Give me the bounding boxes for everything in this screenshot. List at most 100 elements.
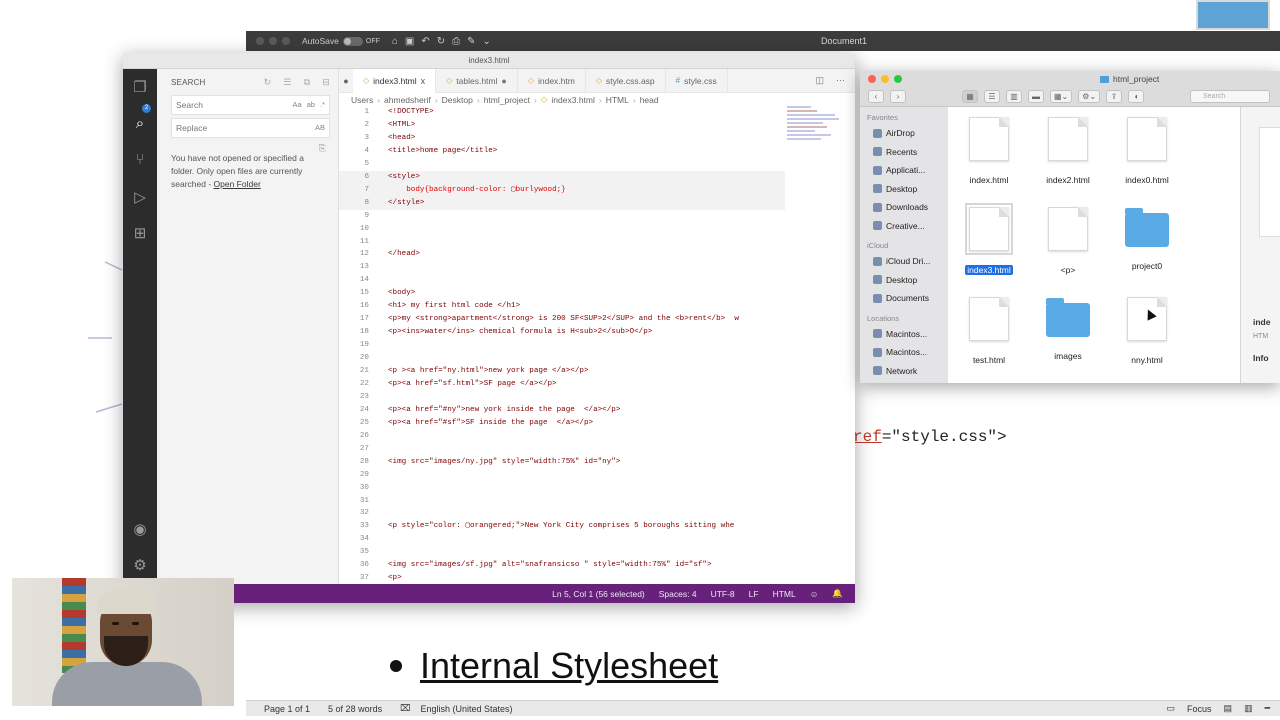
sidebar-item-recents[interactable]: Recents <box>860 143 948 162</box>
sidebar-item-network[interactable]: Network <box>860 362 948 381</box>
print-layout-icon[interactable]: ▤ <box>1224 703 1233 714</box>
code-line[interactable]: 17 <p>my <strong>apartment</strong> is 20… <box>339 313 785 326</box>
undo-icon[interactable]: ↶ <box>421 36 429 47</box>
edit-icon[interactable]: ✎ <box>467 36 475 47</box>
finder-folder-item[interactable]: images <box>1029 297 1107 361</box>
zoom-window-icon[interactable] <box>894 75 902 83</box>
clear-results-icon[interactable]: ☰ <box>283 77 291 88</box>
modified-dot-icon[interactable]: ● <box>501 76 506 86</box>
sidebar-item-documents[interactable]: Documents <box>860 289 948 308</box>
breadcrumb-item[interactable]: ahmedsherif <box>384 95 431 105</box>
code-line[interactable]: 7 body{background-color: ▢burlywood;} <box>339 183 785 197</box>
code-line[interactable]: 10 <box>339 223 785 236</box>
search-input[interactable]: Search Aa ab .* <box>171 95 330 115</box>
code-line[interactable]: 35 <box>339 546 785 559</box>
code-line[interactable]: 34 <box>339 533 785 546</box>
code-line[interactable]: 19 <box>339 339 785 352</box>
split-editor-icon[interactable]: ◫ <box>815 75 824 86</box>
breadcrumb-item[interactable]: html_project <box>484 95 530 105</box>
bell-icon[interactable]: 🔔 <box>832 588 843 599</box>
breadcrumb-item[interactable]: Users <box>351 95 373 105</box>
sidebar-item-creative[interactable]: Creative... <box>860 217 948 236</box>
sidebar-item-airdrop[interactable]: AirDrop <box>860 124 948 143</box>
code-line[interactable]: 21 <p ><a href="ny.html">new york page </… <box>339 365 785 378</box>
more-actions-icon[interactable]: ⋯ <box>836 75 845 86</box>
code-line[interactable]: 16 <h1> my first html code </h1> <box>339 300 785 313</box>
finder-file-item[interactable]: test.html <box>950 297 1028 365</box>
word-count[interactable]: 5 of 28 words <box>328 704 382 714</box>
language-indicator[interactable]: English (United States) <box>420 704 512 714</box>
finder-file-item[interactable]: index0.html <box>1108 117 1186 185</box>
extensions-icon[interactable]: ⊞ <box>131 225 149 243</box>
regex-icon[interactable]: .* <box>320 96 325 114</box>
match-case-toggle[interactable]: Aa <box>292 96 301 114</box>
gallery-view-button[interactable]: ▬ <box>1028 90 1044 103</box>
code-line[interactable]: 13 <box>339 261 785 274</box>
finder-file-item[interactable]: index.html <box>950 117 1028 185</box>
source-control-icon[interactable]: ⑂ <box>131 151 149 169</box>
code-line[interactable]: 9 <box>339 210 785 223</box>
back-button[interactable]: ‹ <box>868 90 884 103</box>
home-icon[interactable]: ⌂ <box>392 36 398 47</box>
code-line[interactable]: 1 <!DOCTYPE> <box>339 106 785 119</box>
refresh-icon[interactable]: ↻ <box>264 77 272 88</box>
language-mode[interactable]: HTML <box>773 589 796 599</box>
code-line[interactable]: 26 <box>339 430 785 443</box>
end-of-line[interactable]: LF <box>749 589 759 599</box>
code-line[interactable]: 25 <p><a href="#sf">SF inside the page </… <box>339 417 785 430</box>
code-line[interactable]: 14 <box>339 274 785 287</box>
code-line[interactable]: 2 <HTML> <box>339 119 785 132</box>
zoom-icon[interactable]: ━ <box>1265 703 1270 714</box>
tag-icon[interactable]: ◖ <box>1128 90 1145 103</box>
finder-file-item[interactable]: <p> <box>1029 207 1107 275</box>
code-line[interactable]: 30 <box>339 482 785 495</box>
column-view-button[interactable]: ▥ <box>1006 90 1022 103</box>
sidebar-item-icloud-desktop[interactable]: Desktop <box>860 271 948 290</box>
focus-icon[interactable]: ▭ <box>1167 703 1176 714</box>
close-window-icon[interactable] <box>868 75 876 83</box>
tab-index3-html[interactable]: ◇ index3.html x <box>353 68 437 93</box>
minimap[interactable] <box>787 106 847 176</box>
forward-button[interactable]: › <box>890 90 906 103</box>
feedback-icon[interactable]: ☺ <box>810 589 819 599</box>
focus-button[interactable]: Focus <box>1187 704 1212 714</box>
whole-word-icon[interactable]: ab <box>307 96 315 114</box>
code-line[interactable]: 12 </head> <box>339 248 785 261</box>
explorer-icon[interactable]: ❐ <box>131 79 149 97</box>
code-line[interactable]: 6 <style> <box>339 170 785 184</box>
code-line[interactable]: 32 <box>339 507 785 520</box>
sidebar-item-applications[interactable]: Applicati... <box>860 161 948 180</box>
code-line[interactable]: 15 <body> <box>339 287 785 300</box>
indentation[interactable]: Spaces: 4 <box>659 589 697 599</box>
sidebar-item-downloads[interactable]: Downloads <box>860 198 948 217</box>
sidebar-item-desktop[interactable]: Desktop <box>860 180 948 199</box>
cursor-position[interactable]: Ln 5, Col 1 (56 selected) <box>552 589 645 599</box>
code-line[interactable]: 31 <box>339 495 785 508</box>
preserve-case-toggle[interactable]: AB <box>315 119 325 137</box>
breadcrumb-item[interactable]: HTML <box>606 95 629 105</box>
share-icon[interactable]: ⇪ <box>1106 90 1123 103</box>
finder-search-input[interactable]: Search <box>1190 90 1270 103</box>
finder-file-item[interactable]: index3.html <box>950 203 1028 275</box>
breadcrumb-item[interactable]: index3.html <box>551 95 594 105</box>
finder-folder-item[interactable]: project0 <box>1108 207 1186 271</box>
replace-all-icon[interactable]: ⎘ <box>319 143 326 154</box>
list-view-button[interactable]: ☰ <box>984 90 1000 103</box>
code-line[interactable]: 23 <box>339 391 785 404</box>
tab-style-css[interactable]: # style.css <box>666 68 728 93</box>
tab-index-htm[interactable]: ◇ index.htm <box>518 68 586 93</box>
code-line[interactable]: 24 <p><a href="#ny">new york inside the p… <box>339 404 785 417</box>
minimize-window-icon[interactable] <box>881 75 889 83</box>
close-icon[interactable]: x <box>421 76 426 86</box>
encoding[interactable]: UTF-8 <box>711 589 735 599</box>
code-line[interactable]: 5 <box>339 158 785 171</box>
gear-icon[interactable]: ⚙ <box>131 557 149 575</box>
tab-tables-html[interactable]: ◇ tables.html ● <box>436 68 518 93</box>
sidebar-item-icloud-drive[interactable]: iCloud Dri... <box>860 252 948 271</box>
group-button[interactable]: ▦⌄ <box>1050 90 1073 103</box>
finder-file-item[interactable]: index2.html <box>1029 117 1107 185</box>
search-icon[interactable]: ⌕ <box>131 115 149 133</box>
code-line[interactable]: 27 <box>339 443 785 456</box>
code-line[interactable]: 20 <box>339 352 785 365</box>
code-editor[interactable]: 1 <!DOCTYPE> 2 <HTML> 3 <head> 4 <title>home pa… <box>339 106 785 593</box>
